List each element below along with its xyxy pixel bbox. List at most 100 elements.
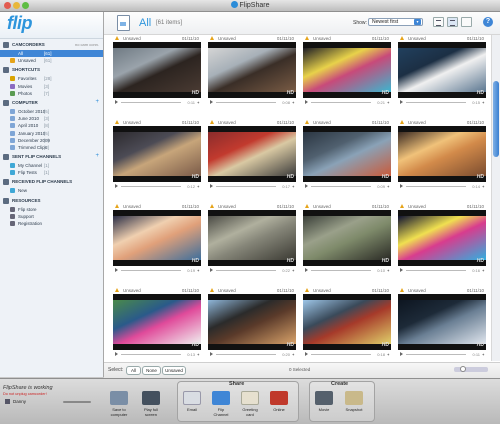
- play-icon[interactable]: [210, 100, 213, 104]
- clip-scrubber[interactable]: 0:22 ✦: [208, 268, 296, 273]
- clip-tile[interactable]: Unsaved 01/11/10 HD 0:10 ✦: [303, 203, 391, 285]
- favorite-icon[interactable]: ✦: [197, 184, 200, 189]
- favorite-icon[interactable]: ✦: [292, 184, 295, 189]
- clip-thumbnail[interactable]: HD: [113, 294, 201, 350]
- clip-scrubber[interactable]: 0:19 ✦: [113, 268, 201, 273]
- clip-scrubber[interactable]: 0:11 ✦: [398, 352, 486, 357]
- clip-thumbnail[interactable]: HD: [113, 126, 201, 182]
- sort-select[interactable]: Newest first ▾: [368, 18, 423, 26]
- sidebar-item[interactable]: Flip store: [0, 206, 103, 213]
- share-greeting-card-button[interactable]: Greeting card: [239, 391, 261, 417]
- sidebar-item[interactable]: Favorites [28]: [0, 75, 103, 82]
- scrub-track[interactable]: [216, 186, 276, 187]
- favorite-icon[interactable]: ✦: [197, 100, 200, 105]
- play-icon[interactable]: [400, 268, 403, 272]
- clip-tile[interactable]: Unsaved 01/11/10 HD 0:11 ✦: [113, 35, 201, 117]
- play-icon[interactable]: [305, 268, 308, 272]
- clip-tile[interactable]: Unsaved 01/11/10 HD 0:16 ✦: [398, 203, 486, 285]
- clip-tile[interactable]: Unsaved 01/11/10 HD 0:08 ✦: [208, 35, 296, 117]
- clip-scrubber[interactable]: 0:13 ✦: [113, 352, 201, 357]
- sidebar-item[interactable]: Flip Tests [1]: [0, 169, 103, 176]
- clip-scrubber[interactable]: 0:20 ✦: [208, 352, 296, 357]
- play-icon[interactable]: [400, 100, 403, 104]
- clip-thumbnail[interactable]: HD: [398, 126, 486, 182]
- scrub-track[interactable]: [216, 102, 276, 103]
- scrollbar-thumb[interactable]: [493, 81, 499, 157]
- favorite-icon[interactable]: ✦: [387, 100, 390, 105]
- vertical-scrollbar[interactable]: [491, 35, 500, 361]
- sidebar-item[interactable]: All [61]: [0, 50, 103, 58]
- clip-thumbnail[interactable]: HD: [398, 210, 486, 266]
- scrub-track[interactable]: [121, 102, 181, 103]
- clip-scrubber[interactable]: 0:15 ✦: [398, 100, 486, 105]
- sidebar-item[interactable]: Photos [7]: [0, 90, 103, 97]
- clip-tile[interactable]: Unsaved 01/11/10 HD 0:17 ✦: [208, 119, 296, 201]
- favorite-icon[interactable]: ✦: [387, 352, 390, 357]
- scrub-track[interactable]: [311, 354, 371, 355]
- scrub-track[interactable]: [311, 186, 371, 187]
- scrub-track[interactable]: [216, 354, 276, 355]
- clip-thumbnail[interactable]: HD: [208, 294, 296, 350]
- thumbnail-size-slider[interactable]: [454, 366, 488, 372]
- clip-thumbnail[interactable]: HD: [208, 126, 296, 182]
- share-online-button[interactable]: Online: [268, 391, 290, 412]
- clip-tile[interactable]: Unsaved 01/11/10 HD 0:11 ✦: [398, 287, 486, 361]
- clip-scrubber[interactable]: 0:10 ✦: [303, 268, 391, 273]
- favorite-icon[interactable]: ✦: [292, 268, 295, 273]
- play-icon[interactable]: [400, 184, 403, 188]
- clip-thumbnail[interactable]: HD: [208, 42, 296, 98]
- list-view-button[interactable]: [433, 17, 444, 27]
- scrub-track[interactable]: [121, 270, 181, 271]
- clip-tile[interactable]: Unsaved 01/11/10 HD 0:12 ✦: [113, 119, 201, 201]
- sidebar-item[interactable]: Movies [3]: [0, 83, 103, 90]
- play-icon[interactable]: [115, 268, 118, 272]
- select-unsaved-button[interactable]: Unsaved: [162, 366, 186, 375]
- clip-thumbnail[interactable]: HD: [113, 42, 201, 98]
- play-icon[interactable]: [210, 184, 213, 188]
- scrub-track[interactable]: [311, 102, 371, 103]
- clip-thumbnail[interactable]: HD: [303, 210, 391, 266]
- clip-tile[interactable]: Unsaved 01/11/10 HD 0:21 ✦: [303, 35, 391, 117]
- share-email-button[interactable]: Email: [181, 391, 203, 412]
- play-icon[interactable]: [115, 184, 118, 188]
- sidebar-item[interactable]: Unsaved [61]: [0, 57, 103, 64]
- clip-scrubber[interactable]: 0:21 ✦: [303, 100, 391, 105]
- create-movie-button[interactable]: Movie: [313, 391, 335, 412]
- scrub-track[interactable]: [406, 270, 466, 271]
- sidebar-item[interactable]: December 2009 [3]: [0, 137, 103, 144]
- sidebar-item[interactable]: Support: [0, 213, 103, 220]
- favorite-icon[interactable]: ✦: [482, 100, 485, 105]
- scrub-track[interactable]: [216, 270, 276, 271]
- favorite-icon[interactable]: ✦: [197, 268, 200, 273]
- clip-tile[interactable]: Unsaved 01/11/10 HD 0:13 ✦: [113, 287, 201, 361]
- favorite-icon[interactable]: ✦: [482, 268, 485, 273]
- sidebar-item[interactable]: Trimmed Clips [3]: [0, 144, 103, 151]
- scrub-track[interactable]: [406, 354, 466, 355]
- scrub-track[interactable]: [406, 102, 466, 103]
- clip-tile[interactable]: Unsaved 01/11/10 HD 0:20 ✦: [208, 287, 296, 361]
- add-icon[interactable]: +: [95, 153, 99, 159]
- clip-scrubber[interactable]: 0:17 ✦: [208, 184, 296, 189]
- create-snapshot-button[interactable]: Snapshot: [343, 391, 365, 412]
- clip-thumbnail[interactable]: HD: [303, 42, 391, 98]
- play-icon[interactable]: [305, 352, 308, 356]
- favorite-icon[interactable]: ✦: [482, 352, 485, 357]
- favorite-icon[interactable]: ✦: [387, 268, 390, 273]
- play-icon[interactable]: [305, 184, 308, 188]
- clip-tile[interactable]: Unsaved 01/11/10 HD 0:09 ✦: [303, 119, 391, 201]
- favorite-icon[interactable]: ✦: [292, 352, 295, 357]
- save-to-computer-button[interactable]: Save to computer: [108, 391, 130, 417]
- sidebar-item[interactable]: My Channel [1]: [0, 162, 103, 169]
- clip-thumbnail[interactable]: HD: [398, 294, 486, 350]
- clip-thumbnail[interactable]: HD: [208, 210, 296, 266]
- clip-scrubber[interactable]: 0:18 ✦: [303, 352, 391, 357]
- grid-view-button[interactable]: [447, 17, 458, 27]
- clip-tile[interactable]: Unsaved 01/11/10 HD 0:15 ✦: [398, 35, 486, 117]
- play-icon[interactable]: [210, 268, 213, 272]
- clip-thumbnail[interactable]: HD: [113, 210, 201, 266]
- favorite-icon[interactable]: ✦: [387, 184, 390, 189]
- sidebar-item[interactable]: October 2010 [5]: [0, 108, 103, 115]
- play-icon[interactable]: [400, 352, 403, 356]
- play-icon[interactable]: [115, 100, 118, 104]
- scrub-track[interactable]: [311, 270, 371, 271]
